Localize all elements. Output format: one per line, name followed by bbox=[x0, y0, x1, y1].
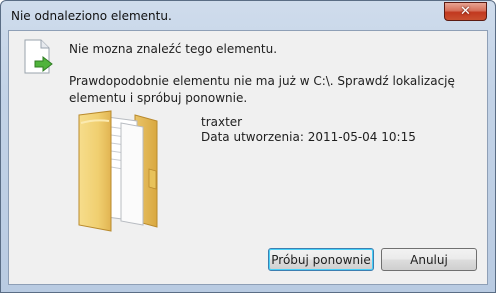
dialog-window: Nie odnaleziono elementu. ✕ Nie mozna zn… bbox=[0, 0, 496, 293]
cancel-button[interactable]: Anuluj bbox=[381, 248, 477, 271]
window-title: Nie odnaleziono elementu. bbox=[11, 9, 172, 23]
item-name: traxter bbox=[201, 115, 243, 129]
error-message: Nie mozna znaleźć tego elementu. bbox=[69, 42, 278, 56]
title-bar[interactable]: Nie odnaleziono elementu. ✕ bbox=[1, 1, 495, 31]
folder-icon bbox=[78, 110, 158, 232]
close-button[interactable]: ✕ bbox=[444, 2, 487, 21]
close-icon: ✕ bbox=[460, 4, 471, 19]
error-details: Prawdopodobnie elementu nie ma już w C:\… bbox=[69, 74, 455, 105]
dialog-body: Nie mozna znaleźć tego elementu. Prawdop… bbox=[8, 30, 488, 285]
item-created-date: Data utworzenia: 2011-05-04 10:15 bbox=[201, 130, 416, 144]
retry-button[interactable]: Próbuj ponownie bbox=[268, 248, 374, 271]
document-arrow-icon bbox=[24, 39, 53, 74]
